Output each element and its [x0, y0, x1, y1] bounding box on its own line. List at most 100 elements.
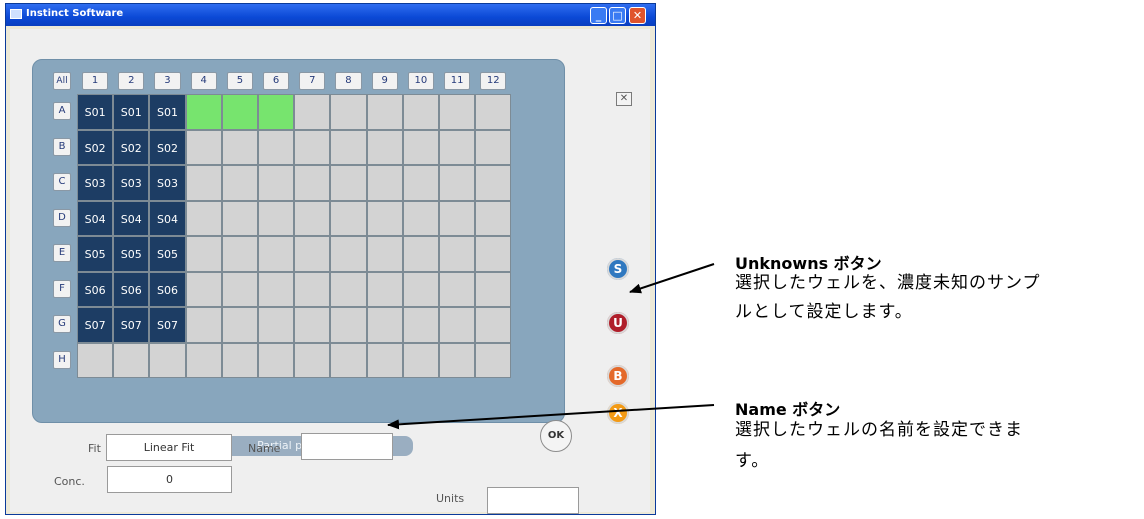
well-G11[interactable] — [439, 307, 476, 343]
well-F2[interactable]: S06 — [113, 271, 150, 307]
well-D10[interactable] — [402, 200, 439, 236]
well-F3[interactable]: S06 — [149, 271, 186, 307]
well-E2[interactable]: S05 — [113, 236, 150, 272]
well-A8[interactable] — [330, 94, 367, 130]
well-C9[interactable] — [366, 165, 403, 201]
column-header-4[interactable]: 4 — [190, 72, 217, 90]
well-C5[interactable] — [221, 165, 258, 201]
well-H1[interactable] — [77, 342, 114, 378]
well-E8[interactable] — [330, 236, 367, 272]
row-header-D[interactable]: D — [53, 208, 71, 227]
row-header-H[interactable]: H — [53, 350, 71, 369]
well-A3[interactable]: S01 — [149, 94, 186, 130]
well-D9[interactable] — [366, 200, 403, 236]
well-B7[interactable] — [294, 129, 331, 165]
well-H2[interactable] — [113, 342, 150, 378]
well-B4[interactable] — [185, 129, 222, 165]
well-B11[interactable] — [439, 129, 476, 165]
well-G4[interactable] — [185, 307, 222, 343]
standards-button[interactable]: S — [607, 258, 629, 280]
well-B2[interactable]: S02 — [113, 129, 150, 165]
well-H10[interactable] — [402, 342, 439, 378]
well-H5[interactable] — [221, 342, 258, 378]
well-H8[interactable] — [330, 342, 367, 378]
title-bar[interactable]: Instinct Software _ □ ✕ — [6, 4, 655, 26]
well-F12[interactable] — [475, 271, 512, 307]
well-G5[interactable] — [221, 307, 258, 343]
column-header-10[interactable]: 10 — [407, 72, 434, 90]
well-H11[interactable] — [439, 342, 476, 378]
conc-field[interactable]: 0 — [107, 466, 232, 493]
well-B1[interactable]: S02 — [77, 129, 114, 165]
well-F7[interactable] — [294, 271, 331, 307]
clear-button[interactable]: X — [607, 402, 629, 424]
well-G10[interactable] — [402, 307, 439, 343]
well-H4[interactable] — [185, 342, 222, 378]
name-field[interactable] — [301, 433, 393, 460]
well-G3[interactable]: S07 — [149, 307, 186, 343]
fit-field[interactable]: Linear Fit — [106, 434, 232, 461]
well-G6[interactable] — [258, 307, 295, 343]
well-G12[interactable] — [475, 307, 512, 343]
column-header-5[interactable]: 5 — [226, 72, 253, 90]
column-header-11[interactable]: 11 — [444, 72, 471, 90]
blanks-button[interactable]: B — [607, 365, 629, 387]
ok-button[interactable]: OK — [540, 420, 572, 452]
well-F8[interactable] — [330, 271, 367, 307]
well-G1[interactable]: S07 — [77, 307, 114, 343]
well-C7[interactable] — [294, 165, 331, 201]
well-D3[interactable]: S04 — [149, 200, 186, 236]
well-F9[interactable] — [366, 271, 403, 307]
well-G2[interactable]: S07 — [113, 307, 150, 343]
row-header-E[interactable]: E — [53, 244, 71, 262]
row-header-G[interactable]: G — [53, 315, 71, 333]
well-C6[interactable] — [258, 165, 295, 201]
well-A6[interactable] — [258, 94, 295, 130]
well-G9[interactable] — [366, 307, 403, 343]
row-header-F[interactable]: F — [53, 279, 71, 298]
maximize-button[interactable]: □ — [609, 7, 626, 24]
well-E5[interactable] — [221, 236, 258, 272]
well-F4[interactable] — [185, 271, 222, 307]
well-G8[interactable] — [330, 307, 367, 343]
well-D5[interactable] — [221, 200, 258, 236]
well-A1[interactable]: S01 — [77, 94, 114, 130]
well-H9[interactable] — [366, 342, 403, 378]
well-A12[interactable] — [475, 94, 512, 130]
well-C4[interactable] — [185, 165, 222, 201]
row-header-A[interactable]: A — [53, 102, 71, 120]
well-E6[interactable] — [258, 236, 295, 272]
well-E1[interactable]: S05 — [77, 236, 114, 272]
column-header-3[interactable]: 3 — [154, 72, 181, 90]
well-F10[interactable] — [402, 271, 439, 307]
column-header-2[interactable]: 2 — [118, 72, 145, 90]
well-D7[interactable] — [294, 200, 331, 236]
units-field[interactable] — [487, 487, 579, 514]
well-A5[interactable] — [221, 94, 258, 130]
close-button[interactable]: ✕ — [629, 7, 646, 24]
well-E11[interactable] — [439, 236, 476, 272]
well-E9[interactable] — [366, 236, 403, 272]
select-all-button[interactable]: All — [53, 72, 71, 90]
well-B12[interactable] — [475, 129, 512, 165]
well-D11[interactable] — [439, 200, 476, 236]
row-header-B[interactable]: B — [53, 137, 71, 156]
well-E12[interactable] — [475, 236, 512, 272]
well-F11[interactable] — [439, 271, 476, 307]
minimize-button[interactable]: _ — [590, 7, 607, 24]
well-D4[interactable] — [185, 200, 222, 236]
well-C11[interactable] — [439, 165, 476, 201]
well-A11[interactable] — [439, 94, 476, 130]
well-B8[interactable] — [330, 129, 367, 165]
well-H12[interactable] — [475, 342, 512, 378]
well-C8[interactable] — [330, 165, 367, 201]
well-A2[interactable]: S01 — [113, 94, 150, 130]
well-H7[interactable] — [294, 342, 331, 378]
well-E3[interactable]: S05 — [149, 236, 186, 272]
column-header-9[interactable]: 9 — [371, 72, 398, 90]
column-header-12[interactable]: 12 — [480, 72, 507, 90]
well-D12[interactable] — [475, 200, 512, 236]
well-A7[interactable] — [294, 94, 331, 130]
unknowns-button[interactable]: U — [607, 312, 629, 334]
well-F5[interactable] — [221, 271, 258, 307]
